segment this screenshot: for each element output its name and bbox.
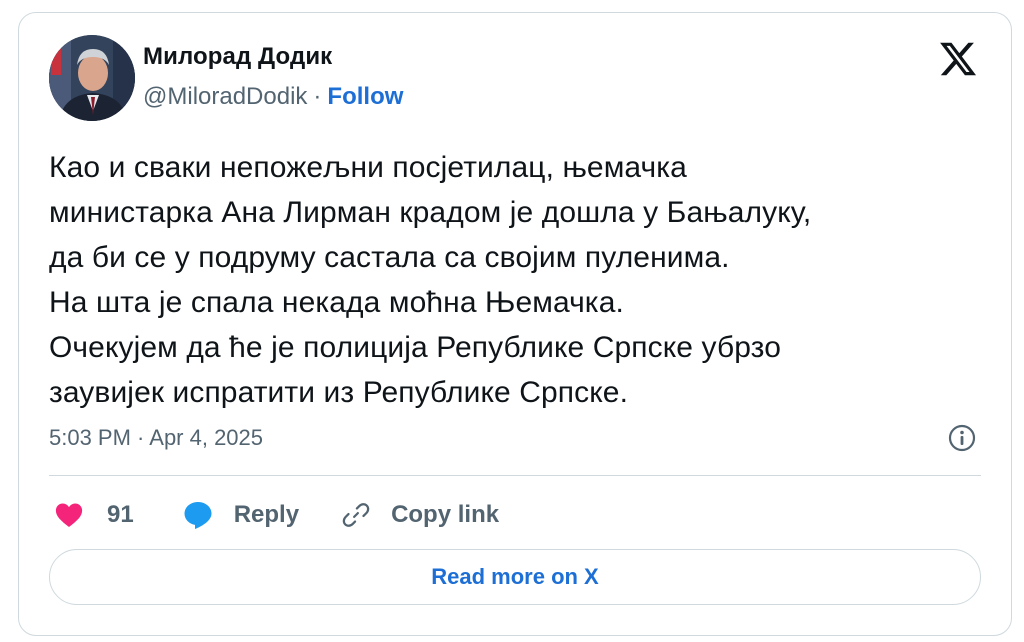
follow-button[interactable]: Follow xyxy=(327,83,403,110)
avatar[interactable] xyxy=(49,35,135,121)
copy-link-label: Copy link xyxy=(391,501,500,528)
like-button[interactable]: 91 xyxy=(53,500,134,530)
like-count: 91 xyxy=(107,501,134,528)
reply-button[interactable]: Reply xyxy=(182,499,299,531)
action-bar: 91 Reply Copy link xyxy=(53,495,499,535)
read-more-button[interactable]: Read more on X xyxy=(49,549,981,605)
x-logo-icon[interactable] xyxy=(937,39,979,79)
author-handle[interactable]: @MiloradDodik xyxy=(143,83,307,110)
speech-bubble-icon xyxy=(182,499,214,531)
tweet-text: Као и сваки непожељни посјетилац, њемачк… xyxy=(49,151,812,409)
info-icon[interactable] xyxy=(947,423,977,453)
author-name[interactable]: Милорад Додик xyxy=(143,43,332,71)
author-handle-row: @MiloradDodik · Follow xyxy=(143,83,403,111)
avatar-image xyxy=(49,35,135,121)
separator-dot: · xyxy=(313,83,322,110)
tweet-card: Милорад Додик @MiloradDodik · Follow Као и… xyxy=(18,12,1012,636)
divider xyxy=(49,475,981,476)
copy-link-button[interactable]: Copy link xyxy=(341,500,499,530)
link-icon xyxy=(341,500,371,530)
heart-icon xyxy=(53,500,85,530)
reply-label: Reply xyxy=(233,501,300,528)
tweet-timestamp[interactable]: 5:03 PM · Apr 4, 2025 xyxy=(49,425,263,451)
